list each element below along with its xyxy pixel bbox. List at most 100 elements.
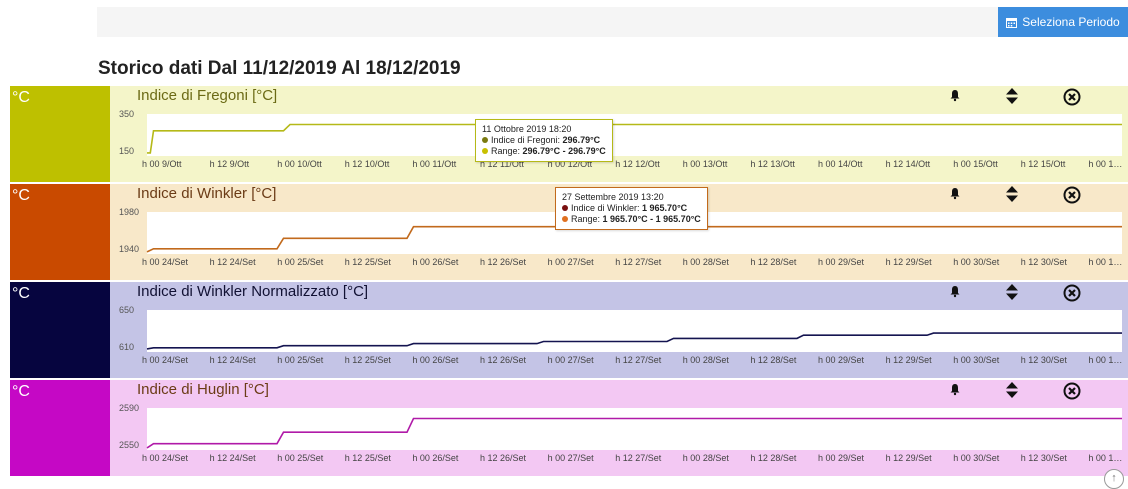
sort-icon[interactable] — [1006, 88, 1022, 104]
bell-icon[interactable] — [948, 284, 964, 300]
x-tick-label: h 12 14/Ott — [885, 159, 931, 169]
x-axis-ticks: h 00 24/Set h 12 24/Set h 00 25/Set h 12 25… — [142, 355, 1128, 367]
tooltip-row: Range: 296.79°C - 296.79°C — [482, 146, 606, 157]
bell-icon[interactable] — [948, 88, 964, 104]
close-icon[interactable] — [1063, 284, 1081, 302]
x-tick-label: h 00 11/Ott — [412, 159, 457, 169]
sort-icon[interactable] — [1006, 186, 1022, 202]
x-axis-ticks: h 00 24/Set h 12 24/Set h 00 25/Set h 12 25… — [142, 453, 1128, 465]
series-line — [146, 225, 1122, 253]
close-icon[interactable] — [1063, 186, 1081, 204]
x-tick-label: h 12 24/Set — [209, 355, 256, 365]
chart-area: Indice di Huglin [°C] 2590 2550 h 00 24/Set… — [110, 380, 1128, 476]
x-tick-label: h 12 27/Set — [615, 355, 662, 365]
legend-dot-icon — [562, 216, 568, 222]
y-axis-min-label: 150 — [119, 146, 135, 156]
y-axis-max-label: 2590 — [119, 403, 140, 413]
y-axis-max-label: 350 — [119, 109, 135, 119]
x-tick-label: h 00 10/Ott — [277, 159, 322, 169]
x-tick-label: h 12 29/Set — [885, 355, 932, 365]
x-tick-label: h 12 28/Set — [750, 257, 797, 267]
plot-area — [146, 408, 1122, 450]
x-tick-label: h 12 30/Set — [1020, 355, 1067, 365]
tooltip-value: 296.79°C — [562, 135, 601, 145]
close-icon[interactable] — [1063, 88, 1081, 106]
x-tick-label: h 00 24/Set — [142, 453, 189, 463]
x-tick-label: h 12 28/Set — [750, 453, 797, 463]
unit-label: °C — [10, 86, 110, 182]
series-line — [147, 123, 1122, 154]
x-tick-label: h 12 30/Set — [1020, 257, 1067, 267]
y-axis-min-label: 1940 — [119, 244, 140, 254]
x-tick-label: h 00 9/Ott — [142, 159, 182, 169]
legend-dot-icon — [482, 148, 488, 154]
x-tick-label: h 00 26/Set — [412, 355, 459, 365]
bell-icon[interactable] — [948, 186, 964, 202]
x-tick-label: h 12 10/Ott — [344, 159, 390, 169]
x-tick-label: h 00 29/Set — [818, 257, 865, 267]
unit-label: °C — [10, 380, 110, 476]
y-axis-min-label: 610 — [119, 342, 135, 352]
arrow-up-icon[interactable]: ↑ — [1104, 469, 1124, 489]
x-tick-label: h 12 29/Set — [885, 453, 932, 463]
tooltip-value: 1 965.70°C — [642, 203, 688, 213]
x-tick-label: h 00 29/Set — [818, 453, 865, 463]
chart-area: Indice di Winkler [°C] 1980 1940 h 00 24/Se… — [110, 184, 1128, 280]
tooltip-row: Indice di Fregoni: 296.79°C — [482, 135, 606, 146]
x-tick-label: h 00 26/Set — [412, 453, 459, 463]
x-tick-label: h 00 29/Set — [818, 355, 865, 365]
chart-title: Indice di Fregoni [°C] — [137, 87, 278, 104]
x-tick-label: h 12 25/Set — [344, 355, 391, 365]
x-tick-label: h 12 28/Set — [750, 355, 797, 365]
plot-area — [147, 114, 1122, 156]
x-tick-label: h 00 1… — [1088, 453, 1123, 463]
x-tick-label: h 12 24/Set — [209, 257, 256, 267]
sort-icon[interactable] — [1006, 284, 1022, 300]
data-tooltip: 11 Ottobre 2019 18:20 Indice di Fregoni: … — [475, 119, 613, 162]
tooltip-row: Range: 1 965.70°C - 1 965.70°C — [562, 214, 701, 225]
x-tick-label: h 00 25/Set — [277, 257, 324, 267]
tooltip-date: 11 Ottobre 2019 18:20 — [482, 124, 572, 134]
line-chart-svg — [146, 332, 1122, 350]
x-tick-label: h 00 28/Set — [682, 257, 729, 267]
plot-area — [146, 310, 1122, 352]
tooltip-value: 1 965.70°C - 1 965.70°C — [602, 214, 701, 224]
sort-icon[interactable] — [1006, 382, 1022, 398]
chart-area: Indice di Winkler Normalizzato [°C] 650 61… — [110, 282, 1128, 378]
close-icon[interactable] — [1063, 382, 1081, 400]
select-period-button[interactable]: Seleziona Periodo — [998, 7, 1128, 37]
x-tick-label: h 12 27/Set — [615, 453, 662, 463]
tooltip-label: Range: — [491, 146, 523, 156]
x-tick-label: h 00 1… — [1088, 257, 1123, 267]
x-tick-label: h 12 25/Set — [344, 257, 391, 267]
x-tick-label: h 00 1… — [1088, 355, 1123, 365]
bell-icon[interactable] — [948, 382, 964, 398]
tooltip-label: Indice di Winkler: — [571, 203, 643, 213]
legend-dot-icon — [482, 137, 488, 143]
chart-panel: °C Indice di Winkler [°C] 1980 1940 h 00 24/… — [10, 184, 1128, 280]
x-tick-label: h 00 26/Set — [412, 257, 459, 267]
x-tick-label: h 00 27/Set — [547, 355, 594, 365]
x-tick-label: h 00 15/Ott — [953, 159, 998, 169]
tooltip-date: 27 Settembre 2019 13:20 — [562, 192, 664, 202]
x-tick-label: h 12 12/Ott — [615, 159, 660, 169]
x-tick-label: h 00 28/Set — [682, 453, 729, 463]
page-title: Storico dati Dal 11/12/2019 Al 18/12/201… — [98, 58, 461, 79]
tooltip-label: Range: — [571, 214, 603, 224]
tooltip-row: Indice di Winkler: 1 965.70°C — [562, 203, 701, 214]
x-tick-label: h 00 30/Set — [953, 453, 1000, 463]
unit-label: °C — [10, 282, 110, 378]
x-tick-label: h 12 26/Set — [480, 355, 527, 365]
y-axis-max-label: 650 — [119, 305, 135, 315]
line-chart-svg — [146, 417, 1122, 449]
x-tick-label: h 00 30/Set — [953, 355, 1000, 365]
legend-dot-icon — [562, 205, 568, 211]
x-tick-label: h 12 13/Ott — [750, 159, 795, 169]
x-tick-label: h 00 14/Ott — [818, 159, 863, 169]
x-tick-label: h 12 24/Set — [209, 453, 256, 463]
x-tick-label: h 12 9/Ott — [209, 159, 250, 169]
y-axis-max-label: 1980 — [119, 207, 140, 217]
line-chart-svg — [147, 123, 1122, 154]
x-tick-label: h 00 25/Set — [277, 453, 324, 463]
x-tick-label: h 00 30/Set — [953, 257, 1000, 267]
